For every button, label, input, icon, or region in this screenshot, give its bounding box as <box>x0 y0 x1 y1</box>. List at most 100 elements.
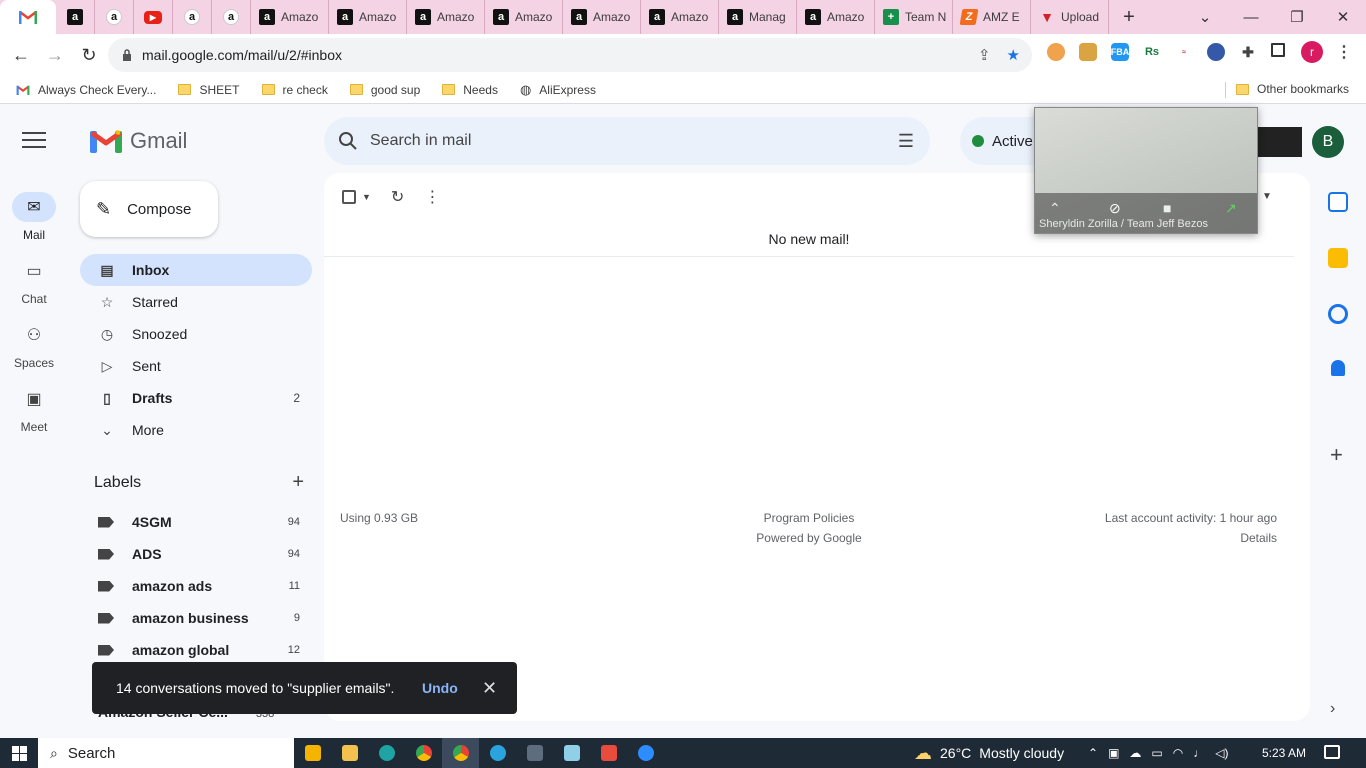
weather-widget[interactable]: ☁ 26°C Mostly cloudy <box>914 738 1064 768</box>
more-vert-icon[interactable]: ⋮ <box>1335 43 1353 61</box>
rail-spaces[interactable]: ⚇ Spaces <box>0 320 68 370</box>
video-camera-icon[interactable]: ■ <box>1163 200 1171 216</box>
extension-fba-icon[interactable]: FBA <box>1111 43 1129 61</box>
select-all-checkbox[interactable]: ▼ <box>342 190 371 204</box>
nav-drafts[interactable]: ▯ Drafts 2 <box>80 382 312 414</box>
back-button[interactable]: ← <box>4 38 38 72</box>
tab-upload[interactable]: ▼ Upload <box>1031 0 1109 34</box>
wifi-icon[interactable]: ◠ <box>1173 746 1183 760</box>
calendar-icon[interactable] <box>1328 192 1348 212</box>
tab-amazon-6[interactable]: a Amazo <box>329 0 407 34</box>
nav-sent[interactable]: ▷ Sent <box>80 350 312 382</box>
bookmark-good-sup[interactable]: good sup <box>349 83 420 97</box>
bookmark-always-check[interactable]: Always Check Every... <box>16 83 156 97</box>
label-item[interactable]: amazon ads 11 <box>80 570 312 602</box>
video-call-overlay[interactable]: ⌃ ⊘ ■ ↗ Sheryldin Zorilla / Team Jeff Be… <box>1034 107 1258 234</box>
tab-search-button[interactable]: ⌄ <box>1182 0 1228 34</box>
nav-snoozed[interactable]: ◷ Snoozed <box>80 318 312 350</box>
tab-amazon-8[interactable]: a Amazo <box>485 0 563 34</box>
extension-orange-icon[interactable] <box>1047 43 1065 61</box>
share-icon[interactable]: ⇪ <box>978 46 991 64</box>
show-side-panel-icon[interactable]: › <box>1330 700 1335 718</box>
maximize-button[interactable]: ❐ <box>1274 0 1320 34</box>
tab-amazon-11[interactable]: a Amazo <box>797 0 875 34</box>
tasks-icon[interactable] <box>1328 304 1348 324</box>
keep-icon[interactable] <box>1328 248 1348 268</box>
taskbar-clock[interactable]: 5:23 AM <box>1262 738 1306 768</box>
battery-icon[interactable]: ▭ <box>1151 746 1162 760</box>
extension-blue-icon[interactable] <box>1207 43 1225 61</box>
puzzle-icon[interactable]: ✚ <box>1239 43 1257 61</box>
other-bookmarks[interactable]: Other bookmarks <box>1236 82 1349 96</box>
volume-icon[interactable]: ◁) <box>1215 746 1228 760</box>
get-addons-icon[interactable]: + <box>1330 442 1343 468</box>
details-link[interactable]: Details <box>1240 531 1277 545</box>
taskbar-edge[interactable] <box>368 738 405 768</box>
expand-up-icon[interactable]: ⌃ <box>1049 200 1061 217</box>
tab-manage[interactable]: a Manag <box>719 0 797 34</box>
extension-rs-icon[interactable]: Rs <box>1143 43 1161 61</box>
more-vert-icon[interactable]: ⋮ <box>424 187 440 207</box>
taskbar-chrome[interactable] <box>405 738 442 768</box>
profile-avatar[interactable]: r <box>1301 41 1323 63</box>
tab-amazon-7[interactable]: a Amazo <box>407 0 485 34</box>
meet-now-icon[interactable]: ▣ <box>1108 746 1119 760</box>
rail-mail[interactable]: ✉ Mail <box>0 192 68 242</box>
notification-icon[interactable] <box>1324 745 1340 759</box>
bookmark-sheet[interactable]: SHEET <box>178 83 240 97</box>
contacts-icon[interactable] <box>1331 360 1345 376</box>
create-label-icon[interactable]: + <box>292 472 304 492</box>
bookmark-star-icon[interactable]: ★ <box>1007 46 1020 64</box>
tab-gmail[interactable] <box>0 0 56 34</box>
taskbar-anydesk[interactable] <box>590 738 627 768</box>
sidepanel-icon[interactable] <box>1271 43 1285 57</box>
tab-amazon-4[interactable]: a <box>212 0 251 34</box>
taskbar-store[interactable] <box>294 738 331 768</box>
start-button[interactable] <box>0 738 38 768</box>
minimize-button[interactable]: — <box>1228 0 1274 34</box>
tab-amazon-1[interactable]: a <box>56 0 95 34</box>
account-brand-logo[interactable] <box>1258 127 1302 157</box>
input-tools-caret-icon[interactable]: ▼ <box>1262 191 1272 202</box>
tab-amz[interactable]: Z AMZ E <box>953 0 1031 34</box>
share-screen-icon[interactable]: ↗ <box>1225 200 1237 217</box>
extension-honey-icon[interactable] <box>1079 43 1097 61</box>
rail-chat[interactable]: ▭ Chat <box>0 256 68 306</box>
taskbar-telegram[interactable] <box>479 738 516 768</box>
nav-more[interactable]: ⌄ More <box>80 414 312 446</box>
extension-red-icon[interactable]: ≈ <box>1175 43 1193 61</box>
label-item[interactable]: amazon business 9 <box>80 602 312 634</box>
label-item[interactable]: 4SGM 94 <box>80 506 312 538</box>
tab-team-sheet[interactable]: + Team N <box>875 0 953 34</box>
search-options-icon[interactable]: ☰ <box>898 131 914 152</box>
mic-muted-icon[interactable]: ⊘ <box>1109 200 1121 217</box>
tab-youtube[interactable]: ▶ <box>134 0 173 34</box>
microphone-icon[interactable]: ♩ <box>1193 746 1205 760</box>
account-avatar[interactable]: B <box>1312 126 1344 158</box>
taskbar-notepad[interactable] <box>553 738 590 768</box>
mail-search-bar[interactable]: Search in mail ☰ <box>324 117 930 165</box>
label-item[interactable]: ADS 94 <box>80 538 312 570</box>
bookmark-aliexpress[interactable]: ◍ AliExpress <box>520 82 596 98</box>
tab-amazon-5[interactable]: a Amazo <box>251 0 329 34</box>
onedrive-icon[interactable]: ☁ <box>1129 746 1141 760</box>
gmail-logo[interactable]: Gmail <box>90 128 187 154</box>
compose-button[interactable]: ✎ Compose <box>80 181 218 237</box>
close-window-button[interactable]: ✕ <box>1320 0 1366 34</box>
taskbar-chrome-active[interactable] <box>442 738 479 768</box>
bookmark-needs[interactable]: Needs <box>442 83 498 97</box>
taskbar-calculator[interactable] <box>516 738 553 768</box>
tab-amazon-9[interactable]: a Amazo <box>563 0 641 34</box>
nav-inbox[interactable]: ▤ Inbox <box>80 254 312 286</box>
address-bar[interactable]: mail.google.com/mail/u/2/#inbox ⇪ ★ <box>108 38 1032 72</box>
reload-button[interactable]: ↻ <box>72 38 106 72</box>
nav-starred[interactable]: ☆ Starred <box>80 286 312 318</box>
chevron-up-icon[interactable]: ⌃ <box>1088 746 1098 760</box>
new-tab-button[interactable]: + <box>1109 0 1149 34</box>
bookmark-re-check[interactable]: re check <box>261 83 328 97</box>
main-menu-icon[interactable] <box>22 132 46 153</box>
refresh-icon[interactable]: ↻ <box>391 187 404 207</box>
close-icon[interactable]: ✕ <box>482 678 497 699</box>
tab-amazon-10[interactable]: a Amazo <box>641 0 719 34</box>
tab-amazon-2[interactable]: a <box>95 0 134 34</box>
